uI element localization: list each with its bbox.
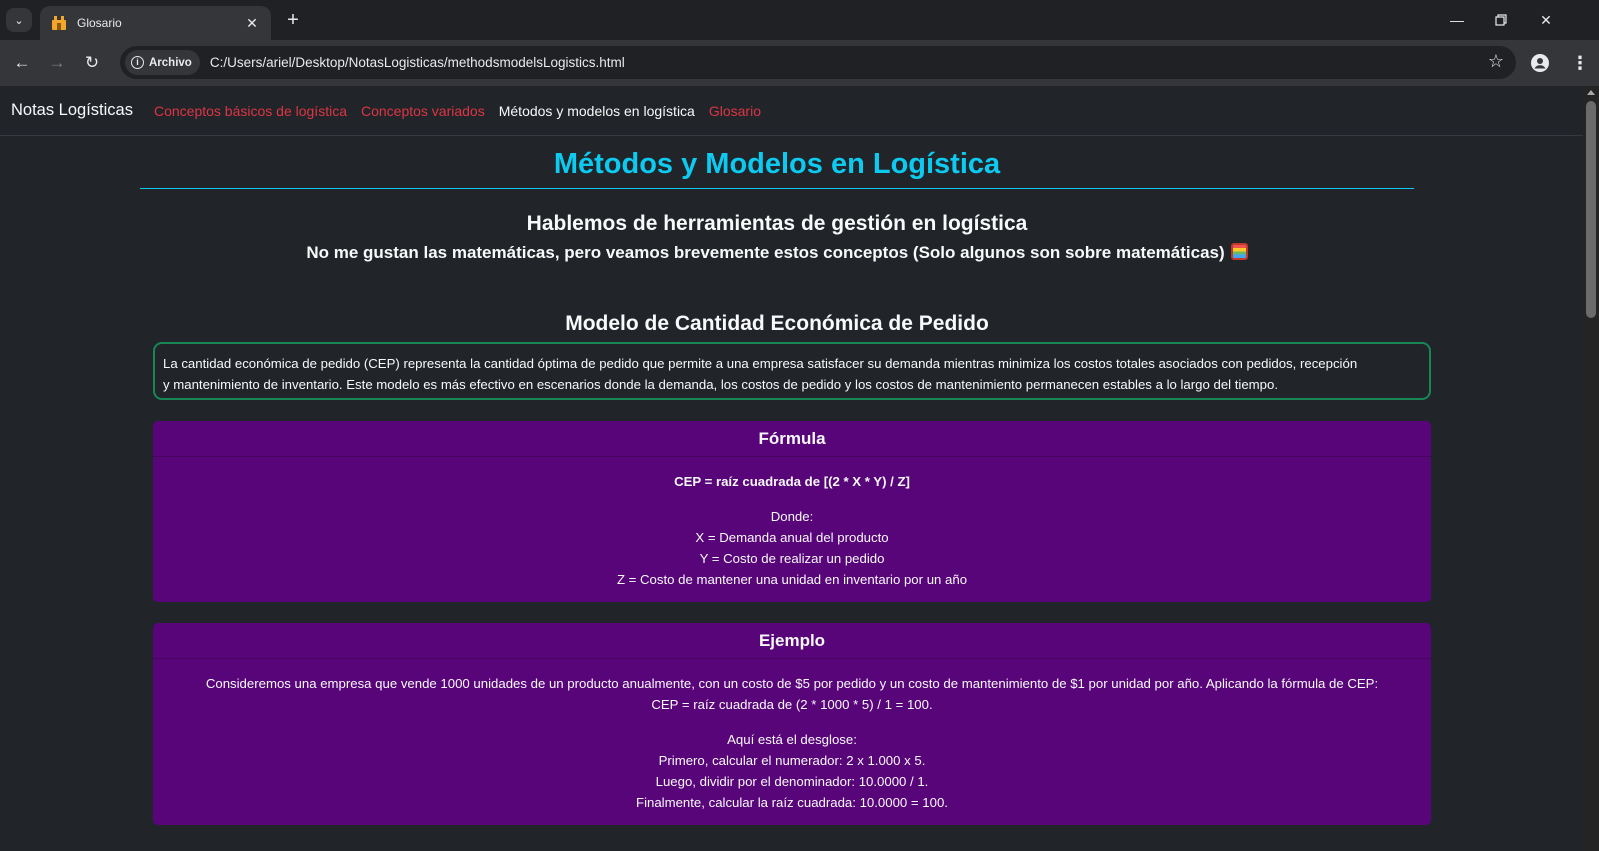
more-menu-icon[interactable]: ⋮ [1567,50,1593,76]
chevron-down-icon: ⌄ [14,14,24,27]
tab-search-button[interactable]: ⌄ [6,8,32,32]
abacus-icon [1230,243,1248,260]
formula-z-def: Z = Costo de mantener una unidad en inve… [616,572,968,587]
back-arrow-icon[interactable]: ← [9,50,35,76]
example-line-2: CEP = raíz cuadrada de (2 * 1000 * 5) / … [651,697,933,712]
definition-line-1: La cantidad económica de pedido (CEP) re… [163,356,1358,371]
browser-tab[interactable]: Glosario ✕ [40,6,271,40]
page-title: Métodos y Modelos en Logística [553,148,1001,180]
new-tab-button[interactable]: + [281,8,305,32]
formula-y-def: Y = Costo de realizar un pedido [699,551,885,566]
address-bar[interactable]: i Archivo C:/Users/ariel/Desktop/NotasLo… [120,46,1516,79]
nav-link-conceptos-variados[interactable]: Conceptos variados [361,103,485,119]
tab-strip: ⌄ Glosario ✕ + — ✕ [0,0,1599,40]
bookmark-star-icon[interactable]: ☆ [1488,51,1504,72]
formula-x-def: X = Demanda anual del producto [695,530,889,545]
reload-icon[interactable]: ↻ [79,50,105,76]
formula-where: Donde: [770,509,814,524]
profile-icon[interactable] [1527,50,1553,76]
page-lead: No me gustan las matemáticas, pero veamo… [140,243,1414,263]
formula-card: Fórmula CEP = raíz cuadrada de [(2 * X *… [153,421,1431,602]
title-divider [140,188,1414,189]
page-scrollbar[interactable] [1583,86,1599,851]
definition-line-2: y mantenimiento de inventario. Este mode… [163,377,1278,392]
favicon-icon [50,14,68,32]
page-viewport: Notas Logísticas Conceptos básicos de lo… [0,86,1583,851]
example-card-body: Consideremos una empresa que vende 1000 … [153,659,1431,813]
scroll-thumb[interactable] [1586,101,1596,318]
section-title-eoq: Modelo de Cantidad Económica de Pedido [565,312,989,335]
formula-card-header: Fórmula [153,421,1431,457]
example-step-1: Primero, calcular el numerador: 2 x 1.00… [658,753,926,768]
nav-link-conceptos-basicos[interactable]: Conceptos básicos de logística [154,103,347,119]
scroll-up-arrow-icon[interactable] [1587,90,1595,95]
minimize-icon[interactable]: — [1442,8,1472,32]
tab-title: Glosario [77,16,122,30]
example-card-header: Ejemplo [153,623,1431,659]
definition-box: La cantidad económica de pedido (CEP) re… [153,342,1431,400]
restore-icon[interactable] [1486,8,1516,32]
window-close-icon[interactable]: ✕ [1531,8,1561,32]
site-info-chip[interactable]: i Archivo [125,50,200,75]
lead-text: No me gustan las matemáticas, pero veamo… [306,243,1225,262]
example-step-2: Luego, dividir por el denominador: 10.00… [655,774,929,789]
example-breakdown-title: Aquí está el desglose: [727,732,857,747]
example-line-1: Consideremos una empresa que vende 1000 … [205,676,1379,691]
nav-link-glosario[interactable]: Glosario [709,103,761,119]
site-brand[interactable]: Notas Logísticas [11,101,133,120]
browser-toolbar: ← → ↻ i Archivo C:/Users/ariel/Desktop/N… [0,40,1599,86]
formula-text: CEP = raíz cuadrada de [(2 * X * Y) / Z] [674,474,910,489]
site-info-label: Archivo [149,56,192,69]
nav-link-metodos-modelos[interactable]: Métodos y modelos en logística [499,103,695,119]
info-icon: i [131,56,144,69]
example-step-3: Finalmente, calcular la raíz cuadrada: 1… [636,795,948,810]
site-navbar: Notas Logísticas Conceptos básicos de lo… [0,86,1583,136]
forward-arrow-icon[interactable]: → [44,50,70,76]
close-icon[interactable]: ✕ [243,15,261,32]
example-card: Ejemplo Consideremos una empresa que ven… [153,623,1431,825]
formula-card-body: CEP = raíz cuadrada de [(2 * X * Y) / Z]… [153,457,1431,590]
url-text[interactable]: C:/Users/ariel/Desktop/NotasLogisticas/m… [210,55,625,70]
page-subtitle: Hablemos de herramientas de gestión en l… [526,212,1028,235]
